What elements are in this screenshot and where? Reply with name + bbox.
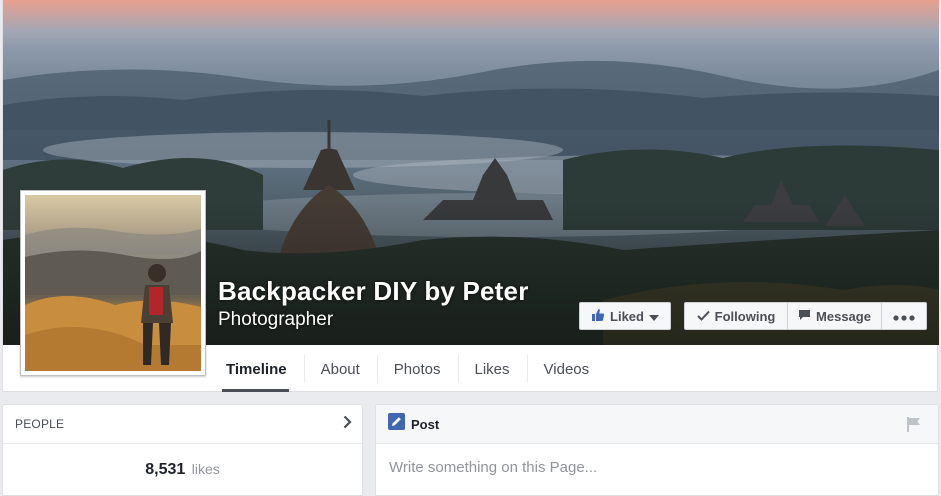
profile-picture[interactable]: [20, 190, 206, 376]
page-actions: Following Message: [684, 302, 927, 330]
ellipsis-icon: [893, 309, 915, 324]
checkmark-icon: [696, 309, 710, 324]
chevron-right-icon[interactable]: [343, 415, 352, 434]
following-label: Following: [714, 308, 776, 324]
composer-input[interactable]: Write something on this Page...: [389, 459, 597, 476]
message-label: Message: [816, 308, 871, 324]
page-name[interactable]: Backpacker DIY by Peter: [218, 276, 529, 307]
likes-number: 8,531: [145, 461, 186, 478]
liked-label: Liked: [610, 308, 644, 324]
thumbs-up-icon: [591, 308, 605, 325]
more-options-button[interactable]: [882, 303, 926, 329]
tab-photos[interactable]: Photos: [376, 347, 458, 392]
post-tab[interactable]: Post: [411, 417, 439, 432]
flag-icon[interactable]: [907, 417, 921, 437]
composer-header: Post: [376, 405, 938, 444]
following-button[interactable]: Following: [685, 303, 788, 329]
likes-count[interactable]: 8,531 likes: [3, 461, 362, 479]
caret-down-icon: [648, 309, 659, 324]
speech-bubble-icon: [798, 309, 811, 324]
message-button[interactable]: Message: [788, 303, 882, 329]
pencil-icon: [388, 413, 405, 435]
page-tabs: Timeline About Photos Likes Videos: [209, 347, 606, 392]
likes-unit: likes: [191, 461, 220, 477]
people-title: PEOPLE: [15, 417, 65, 431]
composer-card: Post Write something on this Page...: [375, 404, 939, 496]
liked-button[interactable]: Liked: [579, 302, 671, 330]
people-header[interactable]: PEOPLE: [3, 405, 362, 444]
tab-videos[interactable]: Videos: [526, 347, 607, 392]
tab-timeline[interactable]: Timeline: [209, 347, 304, 392]
people-card: PEOPLE 8,531 likes: [2, 404, 363, 496]
tab-likes[interactable]: Likes: [457, 347, 527, 392]
tab-about[interactable]: About: [303, 347, 377, 392]
page-category[interactable]: Photographer: [218, 309, 333, 331]
profile-photo: [25, 195, 201, 371]
page-header: Backpacker DIY by Peter Photographer Lik…: [2, 0, 939, 392]
